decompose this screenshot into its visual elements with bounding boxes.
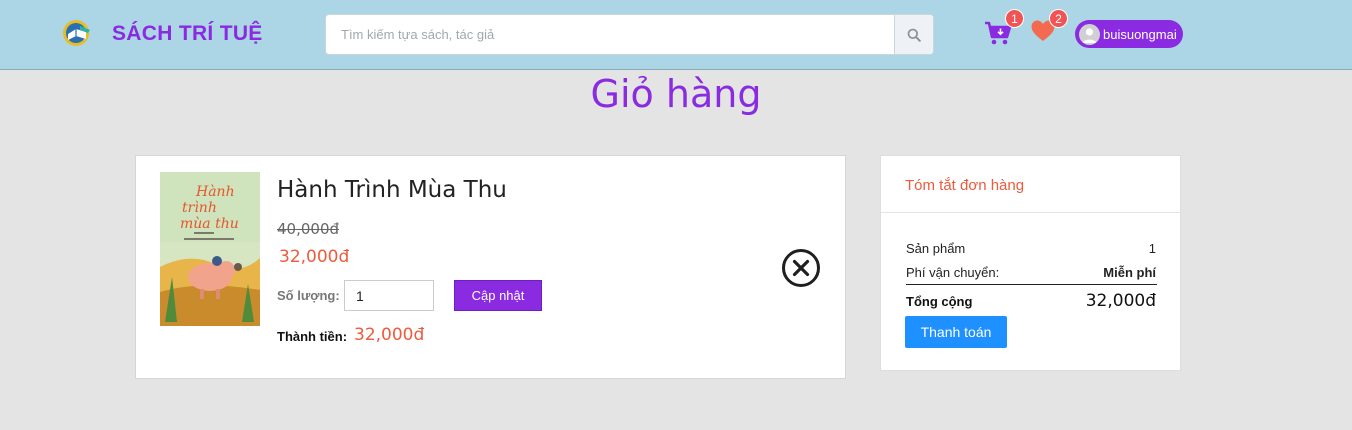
wishlist-count-badge: 2 <box>1049 9 1068 28</box>
quantity-input[interactable] <box>344 280 434 311</box>
order-summary: Tóm tắt đơn hàng Sản phẩm 1 Phí vận chuy… <box>880 155 1181 371</box>
summary-divider <box>906 284 1157 285</box>
logo-icon[interactable] <box>60 17 94 49</box>
order-summary-title: Tóm tắt đơn hàng <box>905 177 1025 194</box>
book-cover-image[interactable]: Hành trình mùa thu <box>160 172 260 326</box>
svg-text:trình: trình <box>182 200 217 216</box>
products-count: 1 <box>1148 241 1156 256</box>
search-bar <box>325 14 934 55</box>
subtotal-value: 32,000đ <box>354 325 425 345</box>
update-button[interactable]: Cập nhật <box>454 280 542 311</box>
products-label: Sản phẩm <box>906 241 966 256</box>
original-price: 40,000đ <box>277 220 340 238</box>
shipping-value: Miễn phí <box>1103 265 1156 280</box>
book-title[interactable]: Hành Trình Mùa Thu <box>277 177 507 203</box>
cart-button[interactable]: 1 <box>983 9 1024 48</box>
sale-price: 32,000đ <box>279 247 350 267</box>
checkout-button[interactable]: Thanh toán <box>905 316 1007 348</box>
page-title: Giỏ hàng <box>590 72 762 116</box>
order-summary-header: Tóm tắt đơn hàng <box>881 156 1180 213</box>
quantity-label: Số lượng: <box>277 288 340 303</box>
cart-item: Hành trình mùa thu Hành Trình Mùa Thu 40… <box>135 155 846 379</box>
total-value: 32,000đ <box>1085 291 1156 311</box>
svg-text:mùa thu: mùa thu <box>180 216 239 232</box>
remove-item-button[interactable] <box>781 248 821 288</box>
avatar <box>1079 23 1100 45</box>
search-icon <box>907 28 921 42</box>
user-icon <box>1082 27 1097 43</box>
wishlist-button[interactable]: 2 <box>1030 9 1068 45</box>
shipping-label: Phí vận chuyển: <box>906 265 1000 280</box>
brand-name[interactable]: SÁCH TRÍ TUỆ <box>112 22 263 46</box>
user-menu[interactable]: buisuongmai <box>1075 20 1183 48</box>
username: buisuongmai <box>1103 26 1177 42</box>
close-circle-icon <box>782 249 820 287</box>
top-header: SÁCH TRÍ TUỆ 1 2 <box>0 0 1352 70</box>
svg-text:Hành: Hành <box>195 184 235 200</box>
total-label: Tổng cộng <box>906 294 973 309</box>
subtotal-label: Thành tiền: <box>277 329 348 344</box>
cart-count-badge: 1 <box>1005 9 1024 28</box>
search-button[interactable] <box>894 15 933 54</box>
search-input[interactable] <box>326 15 894 54</box>
